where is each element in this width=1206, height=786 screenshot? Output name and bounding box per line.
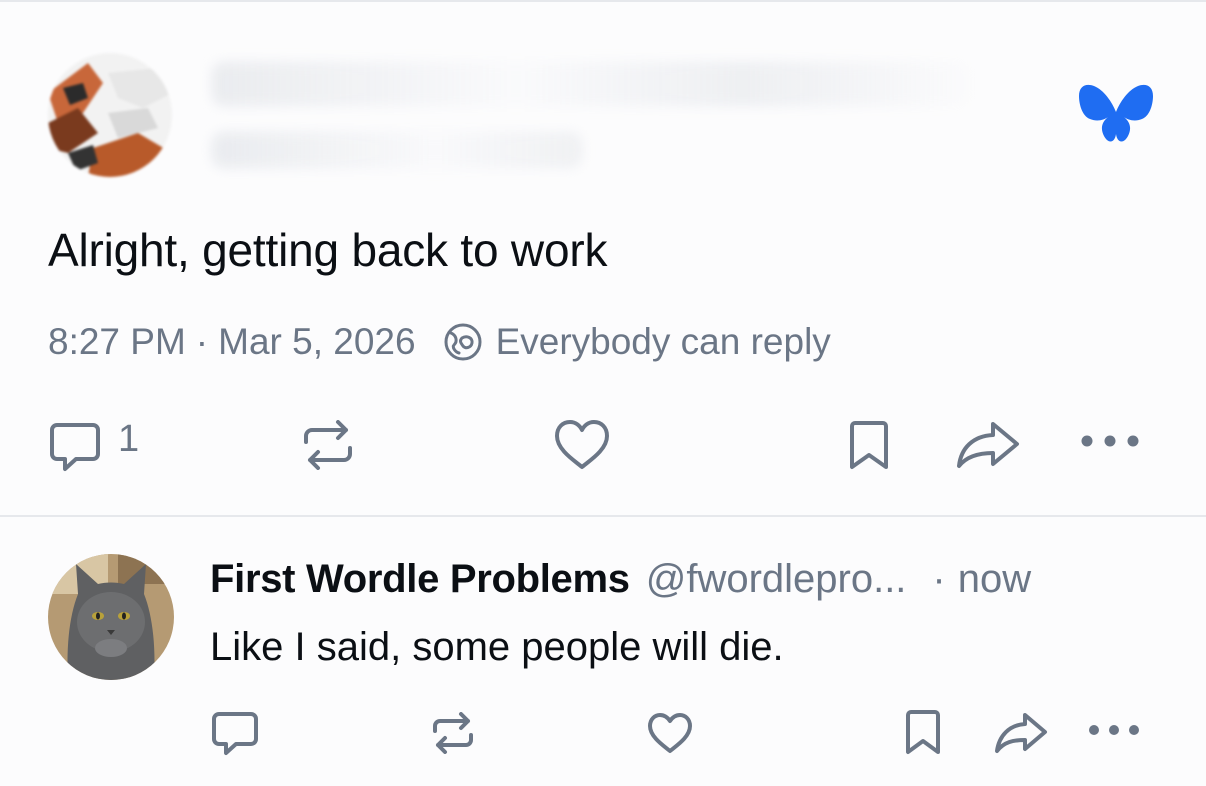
ellipsis-icon[interactable]	[1080, 434, 1140, 448]
repost-arrows-icon[interactable]	[430, 712, 476, 754]
post-text: Alright, getting back to work	[48, 224, 608, 276]
reply-time: now	[957, 556, 1032, 601]
post-time: 8:27 PM	[48, 321, 186, 362]
share-arrow-icon[interactable]	[993, 711, 1049, 755]
post-divider	[0, 515, 1206, 517]
post-date[interactable]: Mar 5, 2026	[218, 321, 415, 363]
reply-header: First Wordle Problems @fwordlepro... · n…	[210, 554, 1031, 604]
heart-icon[interactable]	[553, 418, 611, 472]
reply-author-name[interactable]: First Wordle Problems	[210, 557, 630, 602]
reply-setting[interactable]: Everybody can reply	[496, 321, 831, 363]
speech-bubble-icon[interactable]	[48, 420, 102, 474]
reply-time-separator: ·	[932, 556, 946, 601]
redacted-handle	[212, 132, 582, 168]
butterfly-icon	[1079, 84, 1153, 142]
reply-count: 1	[118, 418, 140, 460]
share-arrow-icon[interactable]	[955, 420, 1021, 470]
ellipsis-icon[interactable]	[1088, 724, 1140, 736]
reply-author-handle[interactable]: @fwordlepro...	[646, 557, 907, 602]
reply-avatar[interactable]	[48, 554, 174, 680]
reply-text: Like I said, some people will die.	[210, 625, 784, 669]
redacted-display-name	[212, 62, 972, 106]
meta-separator: ·	[195, 321, 209, 362]
repost-arrows-icon[interactable]	[300, 420, 356, 470]
post-actions: 1	[0, 408, 1206, 472]
bookmark-icon[interactable]	[846, 420, 892, 472]
bookmark-icon[interactable]	[903, 710, 943, 756]
top-divider	[0, 0, 1206, 2]
reply-actions	[0, 708, 1206, 758]
post-meta: 8:27 PM · Mar 5, 2026 Everybody can repl…	[48, 320, 831, 364]
author-avatar[interactable]	[48, 53, 172, 177]
heart-icon[interactable]	[646, 711, 694, 755]
speech-bubble-icon[interactable]	[211, 710, 259, 756]
globe-icon	[444, 323, 482, 361]
